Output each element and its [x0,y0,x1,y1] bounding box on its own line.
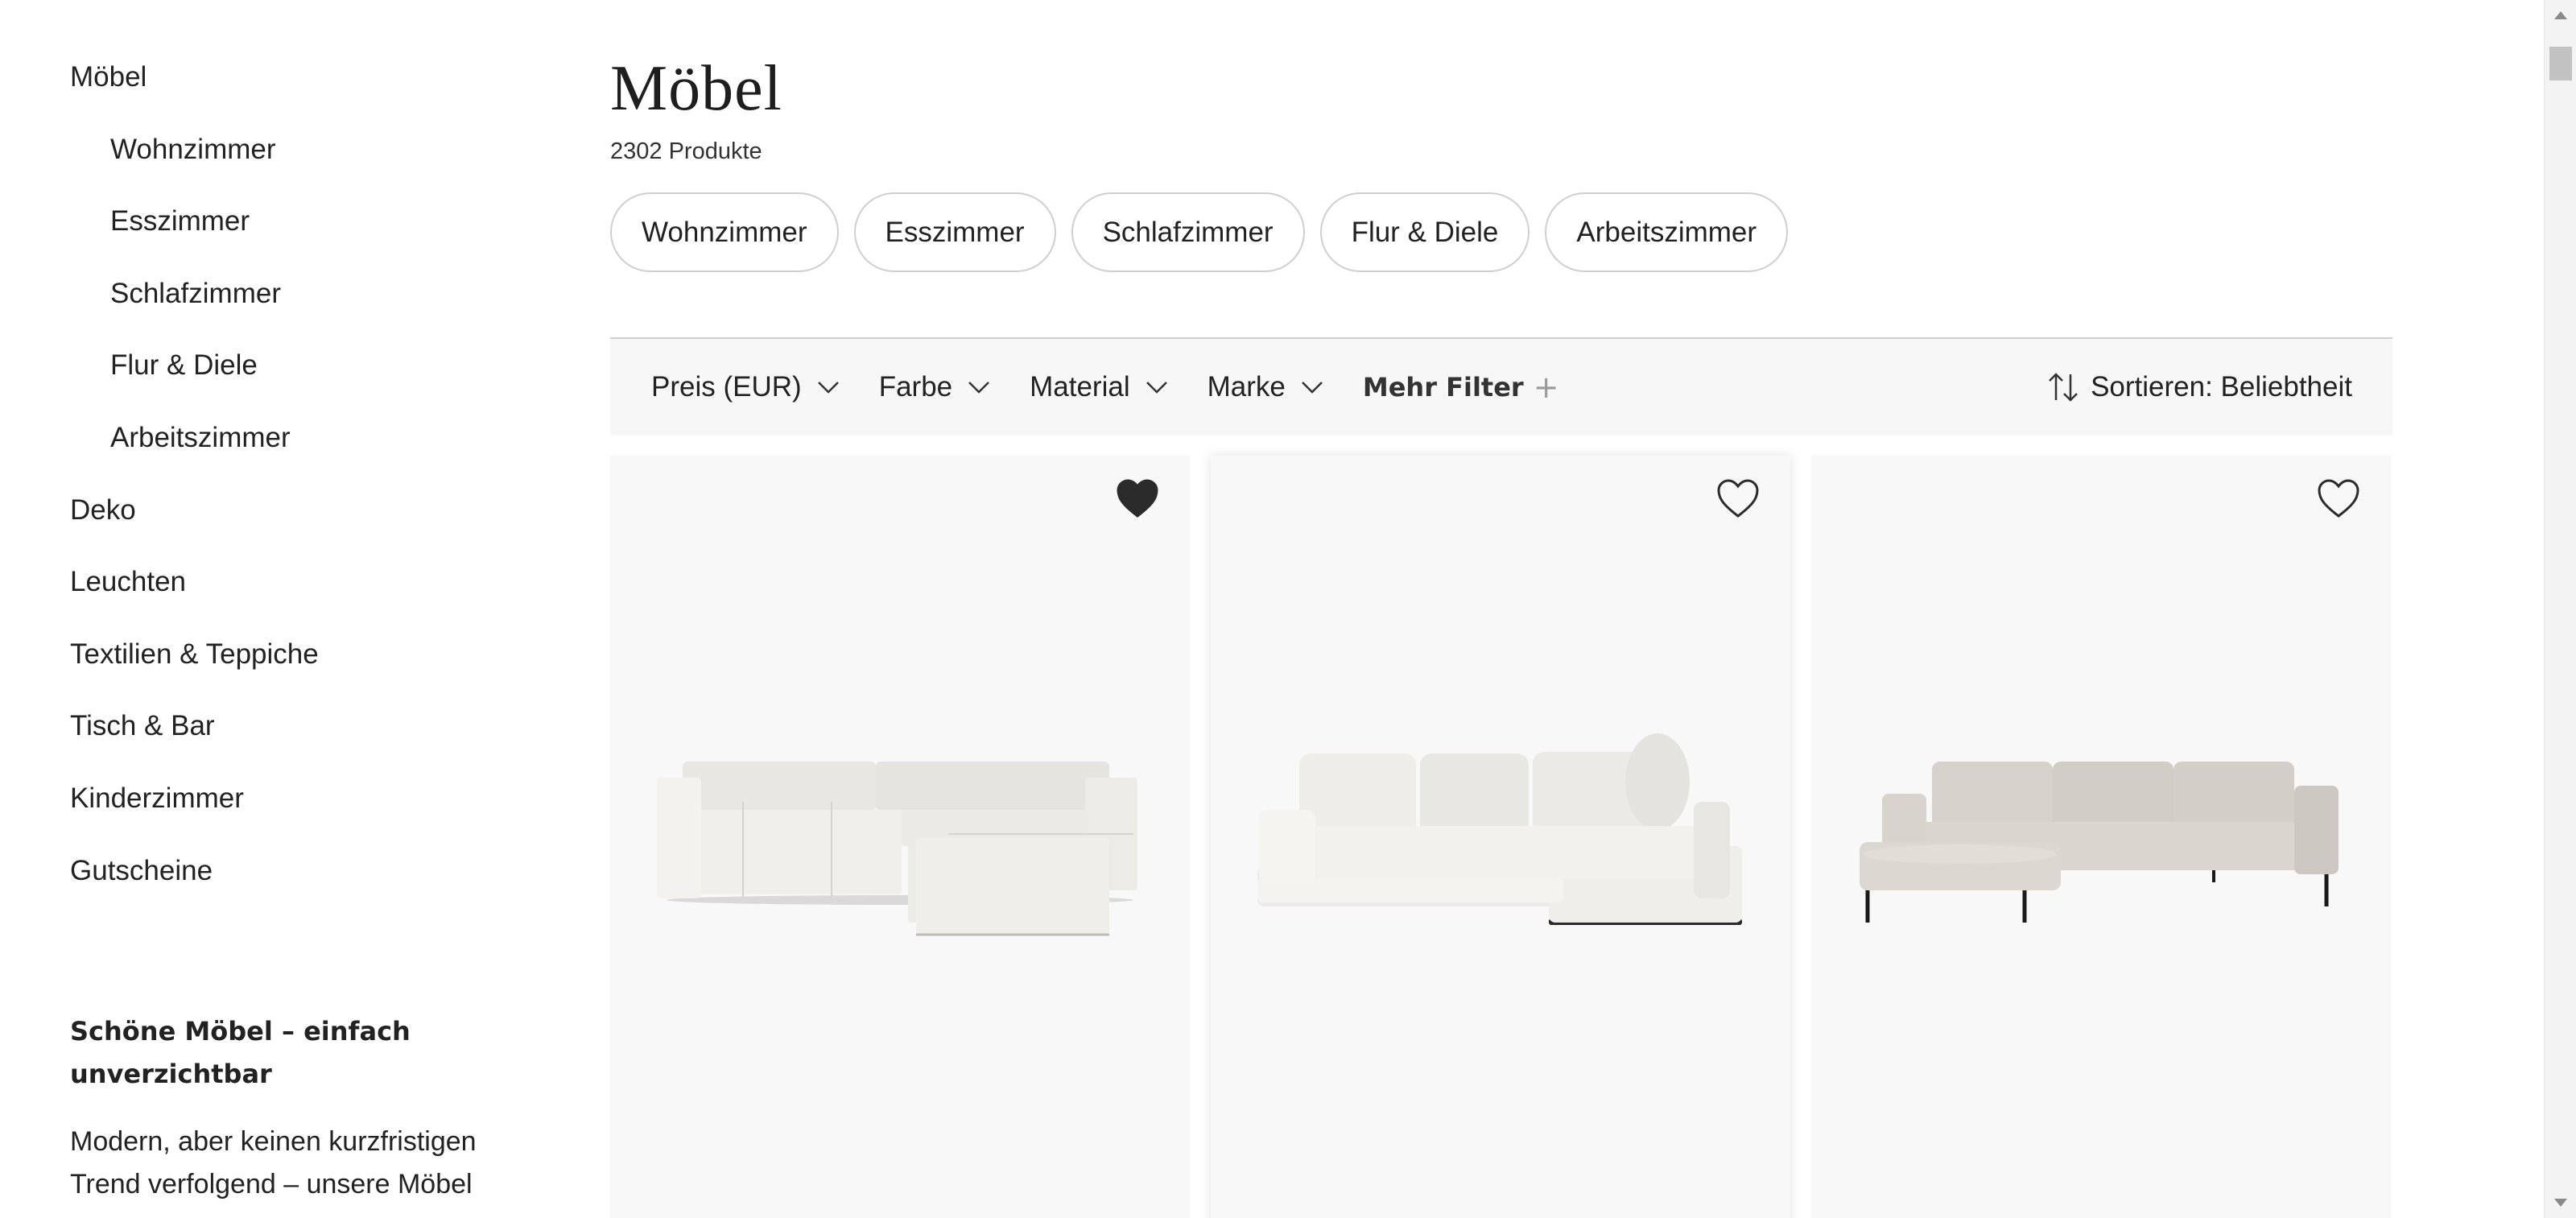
sidebar-item-textilien-teppiche[interactable]: Textilien & Teppiche [70,640,319,668]
sidebar-item-schlafzimmer[interactable]: Schlafzimmer [110,279,281,308]
sidebar-item-moebel[interactable]: Möbel [70,63,147,91]
scrollbar-thumb[interactable] [2549,47,2572,81]
promo-text: Modern, aber keinen kurzfristigen Trend … [70,1126,477,1199]
heart-outline-icon[interactable] [2317,478,2360,518]
product-card[interactable] [1811,456,2391,1218]
product-card[interactable] [1211,456,1790,1218]
sidebar-item-flur-diele[interactable]: Flur & Diele [110,351,258,379]
sort-dropdown[interactable]: Sortieren: Beliebtheit [2047,371,2352,403]
chip-arbeitszimmer[interactable]: Arbeitszimmer [1545,192,1789,272]
scroll-down-arrow-icon[interactable] [2554,1199,2567,1207]
chip-esszimmer[interactable]: Esszimmer [853,192,1056,272]
heart-outline-icon[interactable] [1716,478,1760,518]
sort-arrows-icon [2049,373,2078,402]
sidebar-item-arbeitszimmer[interactable]: Arbeitszimmer [110,423,291,452]
chip-wohnzimmer[interactable]: Wohnzimmer [610,192,839,272]
filter-price-label: Preis (EUR) [651,371,802,403]
promo-heading: Schöne Möbel – einfach unverzichtbar [70,1016,411,1089]
chevron-down-icon [1146,382,1167,394]
filter-brand-label: Marke [1207,371,1286,403]
sidebar-item-tisch-bar[interactable]: Tisch & Bar [70,712,215,740]
filter-brand[interactable]: Marke [1208,371,1324,403]
sidebar-item-esszimmer[interactable]: Esszimmer [110,207,250,235]
chip-schlafzimmer[interactable]: Schlafzimmer [1071,192,1305,272]
filter-color[interactable]: Farbe [879,371,991,403]
filter-color-label: Farbe [878,371,953,403]
category-sidebar: Möbel Wohnzimmer Esszimmer Schlafzimmer … [0,0,596,1218]
product-count: 2302 Produkte [610,138,762,164]
sort-label: Sortieren: Beliebtheit [2091,371,2352,403]
filter-more-label: Mehr Filter [1362,372,1524,403]
sidebar-item-wohnzimmer[interactable]: Wohnzimmer [110,135,276,163]
product-image-modular-sofa [657,762,1137,936]
chevron-down-icon [968,382,990,394]
sidebar-item-leuchten[interactable]: Leuchten [70,568,186,596]
product-image-chaise-sofa [1860,762,2339,923]
scroll-up-arrow-icon[interactable] [2554,11,2567,19]
sidebar-item-gutscheine[interactable]: Gutscheine [70,857,213,885]
filter-material[interactable]: Material [1030,371,1168,403]
sidebar-item-deko[interactable]: Deko [70,496,136,524]
plus-icon: + [1533,370,1559,405]
page-title: Möbel [610,53,782,124]
scrollbar[interactable] [2544,0,2576,1218]
sidebar-item-kinderzimmer[interactable]: Kinderzimmer [70,784,244,812]
product-card[interactable] [610,456,1190,1218]
filter-price[interactable]: Preis (EUR) [651,371,840,403]
product-image-corner-sofa [1257,733,1742,925]
filter-material-label: Material [1030,371,1130,403]
heart-filled-icon[interactable] [1116,478,1159,518]
filter-more[interactable]: Mehr Filter + [1363,370,1559,405]
subcategory-chips: Wohnzimmer Esszimmer Schlafzimmer Flur &… [610,192,1789,272]
chip-flur-diele[interactable]: Flur & Diele [1319,192,1530,272]
filter-bar: Preis (EUR) Farbe Material Marke Mehr Fi… [610,339,2392,436]
chevron-down-icon [817,382,839,394]
chevron-down-icon [1301,382,1323,394]
